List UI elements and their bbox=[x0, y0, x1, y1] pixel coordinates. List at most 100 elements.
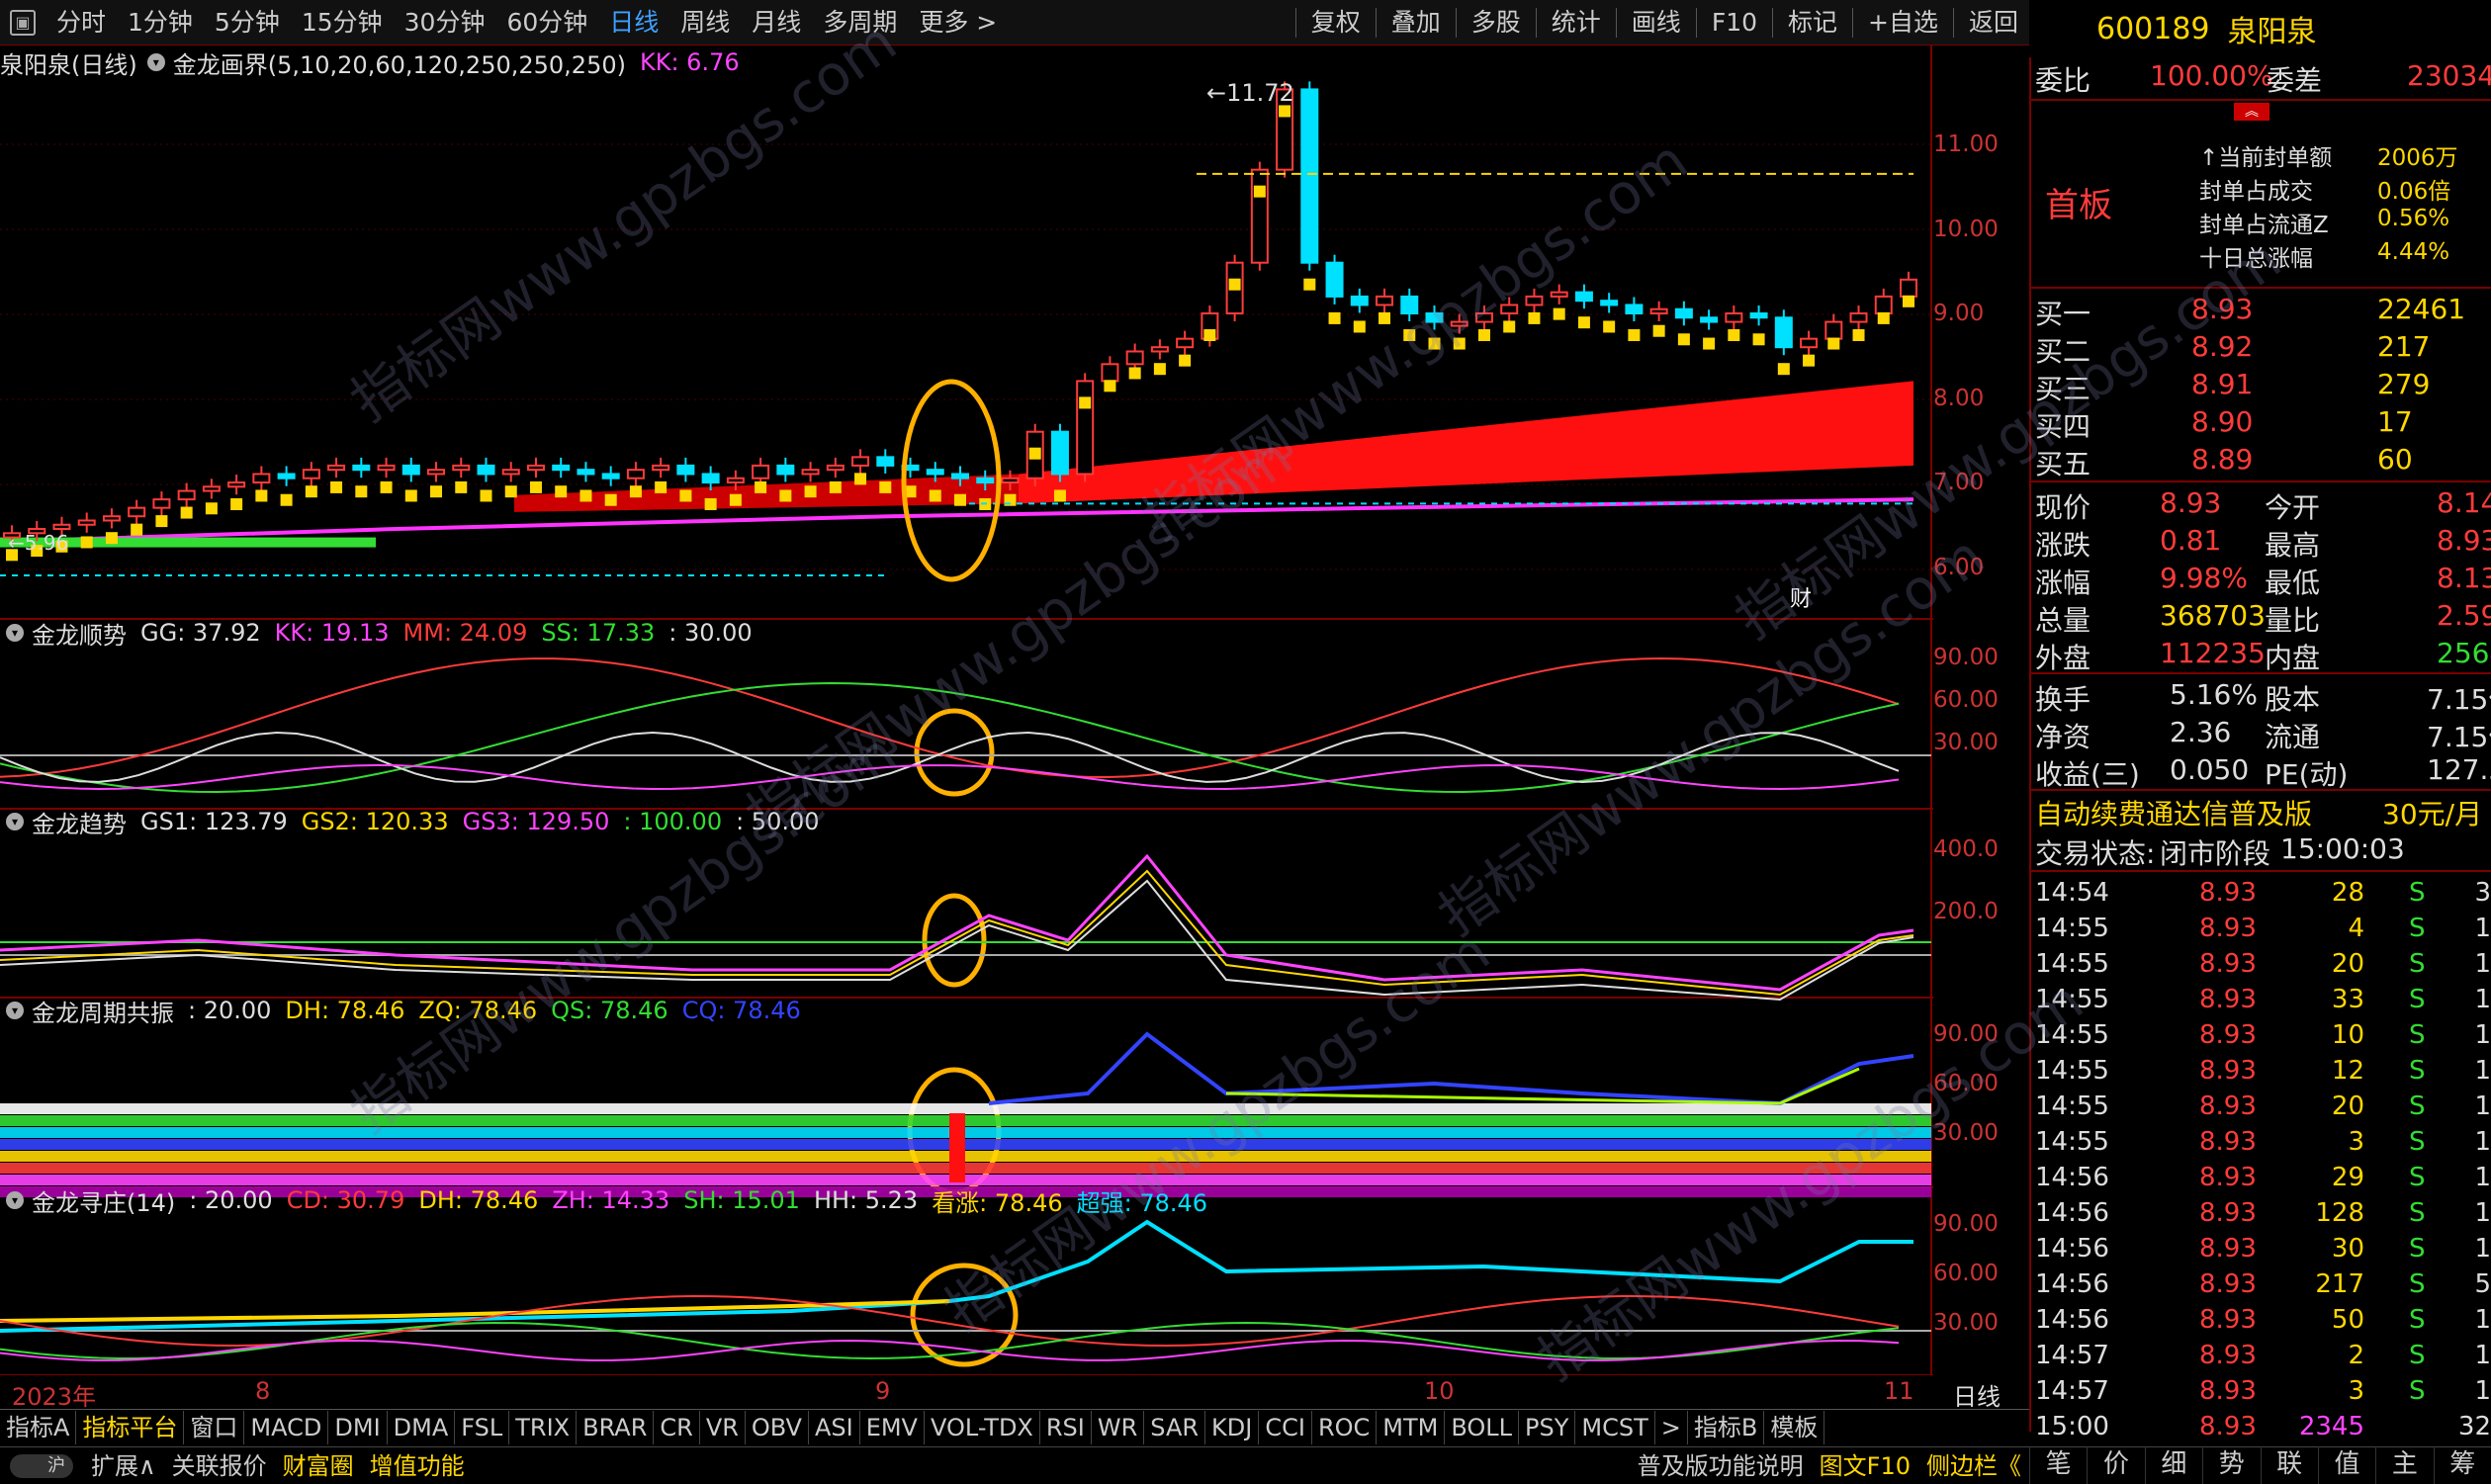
indicator-tab-4[interactable]: DMI bbox=[328, 1410, 388, 1444]
yellow-marker bbox=[105, 532, 118, 545]
indicator-tab-16[interactable]: WR bbox=[1092, 1410, 1145, 1444]
indicator-tab-15[interactable]: RSI bbox=[1040, 1410, 1092, 1444]
panel2-axis-label: 90.00 bbox=[1933, 645, 1999, 670]
indicator-tab-27[interactable]: 模板 bbox=[1764, 1410, 1825, 1444]
side-tab-1[interactable]: 价 bbox=[2087, 1446, 2144, 1484]
bottom-right-item-2[interactable]: 侧边栏《 bbox=[1918, 1448, 2029, 1484]
yellow-marker bbox=[355, 485, 368, 498]
toolbar-divider bbox=[1375, 7, 1377, 38]
indicator-tab-9[interactable]: CR bbox=[654, 1410, 700, 1444]
indicator-tab-3[interactable]: MACD bbox=[244, 1410, 329, 1444]
chevron-down-icon[interactable]: ▾ bbox=[6, 813, 24, 830]
indicator-tab-13[interactable]: EMV bbox=[860, 1410, 925, 1444]
fund-key2-2: PE(动) bbox=[2265, 758, 2349, 791]
panel4-axis-label: 60.00 bbox=[1933, 1071, 1999, 1096]
side-tab-4[interactable]: 联 bbox=[2260, 1446, 2318, 1484]
indicator-tab-1[interactable]: 指标平台 bbox=[76, 1410, 185, 1444]
side-tab-6[interactable]: 主 bbox=[2375, 1446, 2433, 1484]
tick-time: 14:55 bbox=[2035, 1056, 2109, 1086]
indicator-tab-20[interactable]: ROC bbox=[1312, 1410, 1378, 1444]
kline-chart-area[interactable]: ←11.72 ←5.96 财 bbox=[0, 45, 1933, 1375]
bottom-item-2[interactable]: 财富圈 bbox=[275, 1448, 362, 1484]
action-button-8[interactable]: 返回 bbox=[1958, 0, 2029, 45]
period-tab-2[interactable]: 5分钟 bbox=[204, 0, 291, 45]
indicator-tab-5[interactable]: DMA bbox=[388, 1410, 456, 1444]
indicator-tab-21[interactable]: MTM bbox=[1377, 1410, 1446, 1444]
indicator-tab-10[interactable]: VR bbox=[700, 1410, 746, 1444]
action-button-1[interactable]: 叠加 bbox=[1380, 0, 1452, 45]
side-tab-7[interactable]: 筹 bbox=[2433, 1446, 2491, 1484]
period-tab-3[interactable]: 15分钟 bbox=[291, 0, 394, 45]
indicator-tab-23[interactable]: PSY bbox=[1519, 1410, 1576, 1444]
main-panel-title: 泉阳泉(日线) ▾ 金龙画界(5,10,20,60,120,250,250,25… bbox=[0, 45, 740, 79]
side-tab-5[interactable]: 值 bbox=[2317, 1446, 2375, 1484]
indicator-tab-19[interactable]: CCI bbox=[1259, 1410, 1312, 1444]
period-tab-1[interactable]: 1分钟 bbox=[117, 0, 204, 45]
period-label[interactable]: 日线 bbox=[1953, 1377, 2001, 1412]
stat-key2-4: 内盘 bbox=[2265, 642, 2321, 674]
period-tab-7[interactable]: 周线 bbox=[669, 0, 741, 45]
indicator-tab-12[interactable]: ASI bbox=[809, 1410, 860, 1444]
candle-body bbox=[552, 464, 571, 472]
tick-volume: 217 bbox=[2315, 1269, 2364, 1299]
bottom-item-1[interactable]: 关联报价 bbox=[164, 1448, 275, 1484]
action-button-0[interactable]: 复权 bbox=[1300, 0, 1372, 45]
indicator-tab-25[interactable]: > bbox=[1655, 1410, 1688, 1444]
promo-text: 自动续费通达信普及版 bbox=[2035, 798, 2313, 830]
app-window: ▣ 分时 1分钟 5分钟 15分钟 30分钟 60分钟 日线 周线 月线 多周期 更多 > 复权 叠加… bbox=[0, 0, 2491, 1484]
period-tab-8[interactable]: 月线 bbox=[741, 0, 812, 45]
period-tab-4[interactable]: 30分钟 bbox=[394, 0, 496, 45]
side-tab-0[interactable]: 笔 bbox=[2029, 1446, 2087, 1484]
signal-bar bbox=[949, 1113, 965, 1182]
yellow-marker bbox=[1079, 396, 1092, 409]
indicator-tab-6[interactable]: FSL bbox=[455, 1410, 510, 1444]
indicator-tab-8[interactable]: BRAR bbox=[577, 1410, 655, 1444]
action-button-3[interactable]: 统计 bbox=[1541, 0, 1612, 45]
indicator-tab-7[interactable]: TRIX bbox=[509, 1410, 578, 1444]
indicator-tab-26[interactable]: 指标B bbox=[1688, 1410, 1765, 1444]
side-tab-3[interactable]: 势 bbox=[2202, 1446, 2260, 1484]
action-button-6[interactable]: 标记 bbox=[1777, 0, 1848, 45]
bottom-right-item-0[interactable]: 普及版功能说明 bbox=[1630, 1448, 1812, 1484]
yellow-marker bbox=[1577, 316, 1590, 329]
chevron-down-icon[interactable]: ▾ bbox=[6, 624, 24, 642]
weicha-value: 23034 bbox=[2407, 59, 2491, 92]
indicator-tab-22[interactable]: BOLL bbox=[1445, 1410, 1520, 1444]
resonance-band bbox=[0, 1115, 1931, 1126]
tick-time: 14:56 bbox=[2035, 1198, 2109, 1228]
period-tab-5[interactable]: 60分钟 bbox=[495, 0, 598, 45]
indicator-tab-2[interactable]: 窗口 bbox=[184, 1410, 245, 1444]
window-menu-icon[interactable]: ▣ bbox=[10, 9, 36, 36]
bottom-right-item-1[interactable]: 图文F10 bbox=[1812, 1448, 1918, 1484]
tick-row: 14:56 8.93 50 S 1 bbox=[2031, 1301, 2491, 1337]
indicator-tab-11[interactable]: OBV bbox=[746, 1410, 809, 1444]
indicator-tab-24[interactable]: MCST bbox=[1575, 1410, 1655, 1444]
indicator-tab-0[interactable]: 指标A bbox=[0, 1410, 77, 1444]
tick-side: S bbox=[2409, 1376, 2426, 1406]
action-button-4[interactable]: 画线 bbox=[1621, 0, 1692, 45]
candle-body bbox=[1300, 88, 1319, 264]
candle-body bbox=[1450, 320, 1468, 327]
action-button-5[interactable]: F10 bbox=[1701, 0, 1768, 45]
yellow-marker bbox=[131, 523, 143, 536]
chevron-down-icon[interactable]: ▾ bbox=[6, 1191, 24, 1209]
period-tab-9[interactable]: 多周期 bbox=[812, 0, 908, 45]
collapse-icon[interactable]: ︽ bbox=[2234, 103, 2269, 121]
indicator-tab-18[interactable]: KDJ bbox=[1205, 1410, 1260, 1444]
action-button-7[interactable]: +自选 bbox=[1857, 0, 1949, 45]
chevron-down-icon[interactable]: ▾ bbox=[6, 1002, 24, 1019]
bottom-item-3[interactable]: 增值功能 bbox=[362, 1448, 473, 1484]
indicator-tab-14[interactable]: VOL-TDX bbox=[925, 1410, 1040, 1444]
action-button-2[interactable]: 多股 bbox=[1461, 0, 1532, 45]
action-buttons: 复权 叠加 多股 统计 画线 F10 标记 +自选 返回 bbox=[1291, 0, 2029, 45]
candle-body bbox=[52, 523, 71, 531]
candle-body bbox=[377, 464, 396, 472]
period-tab-10[interactable]: 更多 > bbox=[908, 0, 1008, 45]
market-toggle[interactable]: 沪 bbox=[10, 1453, 73, 1478]
side-tab-2[interactable]: 细 bbox=[2144, 1446, 2202, 1484]
period-tab-0[interactable]: 分时 bbox=[45, 0, 117, 45]
indicator-tab-17[interactable]: SAR bbox=[1144, 1410, 1206, 1444]
bottom-item-0[interactable]: 扩展∧ bbox=[83, 1448, 164, 1484]
chevron-down-icon[interactable]: ▾ bbox=[146, 53, 165, 71]
period-tab-6[interactable]: 日线 bbox=[598, 0, 669, 45]
